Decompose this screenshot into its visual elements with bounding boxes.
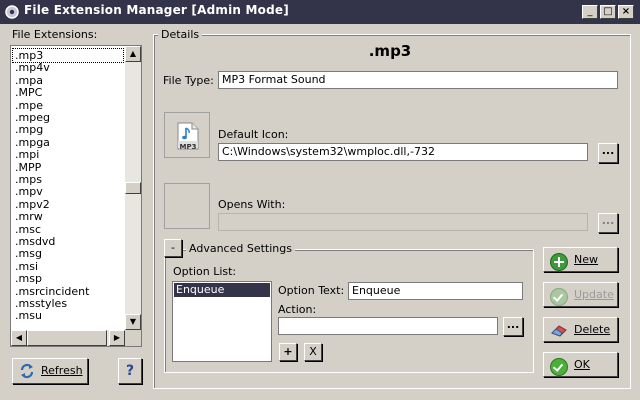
- update-button-label: Update: [574, 288, 614, 301]
- scroll-left-arrow-icon[interactable]: ◀: [11, 330, 27, 346]
- action-label: Action:: [278, 303, 317, 316]
- main-window: File Extension Manager [Admin Mode] _ □ …: [0, 0, 640, 400]
- new-button-label: New: [574, 253, 598, 266]
- refresh-button[interactable]: Refresh: [12, 358, 88, 384]
- file-extension-item[interactable]: .MPP: [13, 161, 123, 174]
- update-check-icon: [550, 288, 568, 306]
- new-button[interactable]: New: [543, 247, 618, 272]
- new-plus-icon: [550, 253, 568, 271]
- file-extension-item[interactable]: .msi: [13, 260, 123, 273]
- remove-option-button[interactable]: X: [304, 343, 322, 361]
- browse-opens-with-button[interactable]: ...: [598, 213, 618, 233]
- file-extension-item[interactable]: .mp3: [12, 48, 124, 63]
- refresh-icon: [20, 363, 34, 379]
- eraser-icon: [551, 325, 567, 337]
- file-extension-item[interactable]: .mpe: [13, 99, 123, 112]
- scroll-up-arrow-icon[interactable]: ▲: [125, 46, 141, 62]
- file-extension-item[interactable]: .mpeg: [13, 111, 123, 124]
- title-bar[interactable]: File Extension Manager [Admin Mode] _ □ …: [0, 0, 640, 24]
- option-list-item-selected[interactable]: Enqueue: [174, 283, 270, 297]
- default-icon-input[interactable]: C:\Windows\system32\wmploc.dll,-732: [218, 143, 588, 161]
- file-type-input[interactable]: MP3 Format Sound: [218, 71, 618, 89]
- file-extension-item[interactable]: .msstyles: [13, 297, 123, 310]
- refresh-button-label: Refresh: [41, 364, 83, 377]
- ok-check-icon: [550, 358, 568, 376]
- file-extension-item[interactable]: .mp4v: [13, 61, 123, 74]
- file-extension-item[interactable]: .mpv2: [13, 198, 123, 211]
- browse-icon-button[interactable]: ...: [598, 143, 618, 163]
- file-extension-item[interactable]: .mpga: [13, 136, 123, 149]
- opens-with-input[interactable]: [218, 213, 588, 231]
- browse-action-label: ...: [506, 318, 520, 331]
- help-icon: ?: [125, 363, 135, 379]
- option-list-label: Option List:: [173, 265, 237, 278]
- extension-heading: .mp3: [368, 42, 412, 60]
- plus-icon: +: [283, 345, 293, 358]
- close-button[interactable]: ×: [618, 5, 634, 19]
- ok-button-label: OK: [574, 358, 590, 371]
- file-extension-item[interactable]: .msc: [13, 223, 123, 236]
- ok-button[interactable]: OK: [543, 352, 618, 377]
- scroll-down-arrow-icon[interactable]: ▼: [125, 314, 141, 330]
- default-icon-label: Default Icon:: [218, 128, 289, 141]
- maximize-button[interactable]: □: [600, 5, 616, 19]
- file-extension-item[interactable]: .msrcincident: [13, 285, 123, 298]
- scroll-corner: [125, 330, 141, 346]
- remove-icon: X: [309, 345, 317, 358]
- action-input[interactable]: [278, 317, 498, 335]
- default-icon-preview[interactable]: MP3: [164, 112, 210, 158]
- collapse-icon: -: [171, 241, 175, 254]
- file-extension-item[interactable]: .mpg: [13, 123, 123, 136]
- file-extension-item[interactable]: .mpi: [13, 148, 123, 161]
- minimize-button[interactable]: _: [582, 5, 598, 19]
- details-group-label: Details: [158, 28, 203, 41]
- file-extension-item[interactable]: .msu: [13, 309, 123, 322]
- app-gear-icon: [5, 5, 19, 19]
- browse-icon-label: ...: [601, 144, 615, 157]
- opens-with-icon-preview[interactable]: [164, 183, 210, 229]
- help-button[interactable]: ?: [118, 358, 142, 384]
- scroll-thumb[interactable]: [125, 182, 141, 194]
- opens-with-label: Opens With:: [218, 198, 286, 211]
- file-extension-item[interactable]: .msg: [13, 247, 123, 260]
- list-vertical-scrollbar[interactable]: ▲ ▼: [125, 46, 141, 330]
- add-option-button[interactable]: +: [279, 343, 297, 361]
- file-extension-item[interactable]: .msdvd: [13, 235, 123, 248]
- horizontal-scroll-thumb[interactable]: [27, 330, 107, 346]
- option-text-input[interactable]: Enqueue: [348, 282, 523, 300]
- option-list[interactable]: Enqueue: [172, 281, 272, 362]
- advanced-toggle-button[interactable]: -: [164, 239, 182, 257]
- browse-opens-with-label: ...: [601, 214, 615, 227]
- option-text-label: Option Text:: [278, 284, 345, 297]
- file-extension-item[interactable]: .msp: [13, 272, 123, 285]
- file-extension-item[interactable]: .mpa: [13, 74, 123, 87]
- file-extension-item[interactable]: .mpv: [13, 185, 123, 198]
- icon-caption: MP3: [179, 143, 197, 151]
- delete-button-label: Delete: [574, 323, 611, 336]
- advanced-settings-label: Advanced Settings: [186, 242, 295, 255]
- file-extension-item[interactable]: .MPC: [13, 86, 123, 99]
- file-extensions-list[interactable]: .mp3 .mp4v .mpa .MPC .mpe .mpeg .mpg .mpga .mpi.…: [10, 45, 142, 347]
- update-button[interactable]: Update: [543, 282, 618, 307]
- list-horizontal-scrollbar[interactable]: ◀ ▶: [11, 330, 125, 346]
- delete-button[interactable]: Delete: [543, 317, 618, 342]
- browse-action-button[interactable]: ...: [503, 317, 523, 336]
- file-type-label: File Type:: [163, 74, 214, 87]
- window-title: File Extension Manager [Admin Mode]: [24, 3, 289, 17]
- file-extensions-label: File Extensions:: [12, 28, 98, 41]
- file-extension-item[interactable]: .mrw: [13, 210, 123, 223]
- scroll-right-arrow-icon[interactable]: ▶: [109, 330, 125, 346]
- file-extension-item[interactable]: .mps: [13, 173, 123, 186]
